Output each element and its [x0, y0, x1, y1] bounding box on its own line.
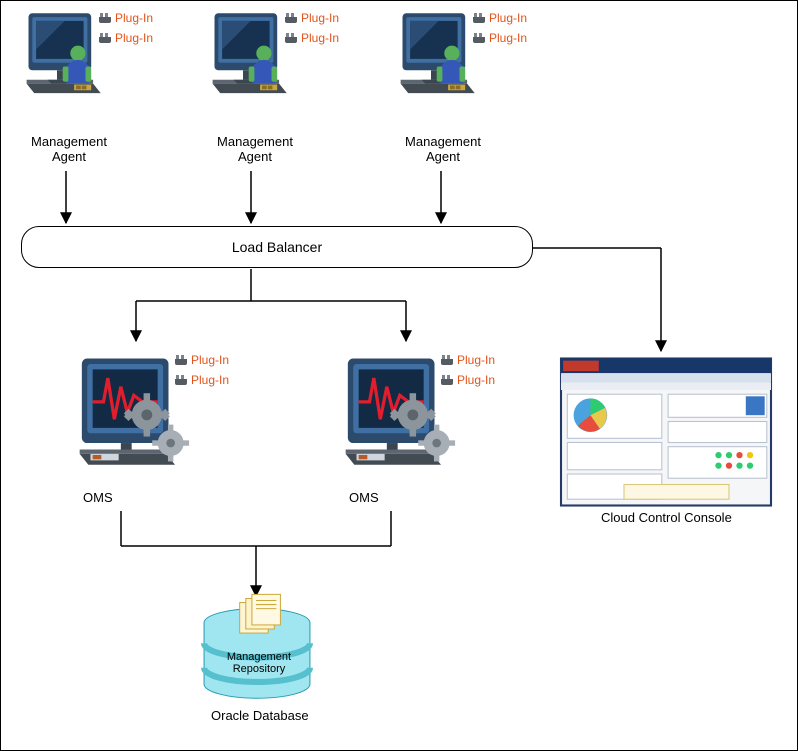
plugin-icon — [99, 13, 111, 23]
plugin-label: Plug-In — [457, 373, 495, 387]
agent-2-caption: Management Agent — [205, 135, 305, 165]
plugin-icon — [441, 375, 453, 385]
oms-2 — [337, 349, 467, 489]
plugin-label: Plug-In — [301, 11, 339, 25]
db-inner-label: Management Repository — [219, 651, 299, 675]
oms-icon — [71, 349, 201, 484]
plugin-label: Plug-In — [191, 353, 229, 367]
plugin-label: Plug-In — [489, 31, 527, 45]
plugin-icon — [285, 33, 297, 43]
agent-3-caption: Management Agent — [393, 135, 493, 165]
console-screenshot-icon — [561, 357, 771, 507]
plugin-label: Plug-In — [191, 373, 229, 387]
plugin-label: Plug-In — [489, 11, 527, 25]
plugin-oms2b: Plug-In — [441, 373, 495, 387]
plugin-oms1a: Plug-In — [175, 353, 229, 367]
plugin-oms1b: Plug-In — [175, 373, 229, 387]
plugin-icon — [99, 33, 111, 43]
db-caption: Oracle Database — [211, 709, 309, 724]
plugin-2b: Plug-In — [285, 31, 339, 45]
plugin-label: Plug-In — [301, 31, 339, 45]
architecture-diagram: Plug-In Plug-In Management Agent Plug-In… — [0, 0, 798, 751]
cloud-control-console — [561, 357, 771, 512]
plugin-label: Plug-In — [115, 11, 153, 25]
plugin-icon — [441, 355, 453, 365]
plugin-icon — [473, 13, 485, 23]
oms-2-caption: OMS — [349, 491, 379, 506]
plugin-1a: Plug-In — [99, 11, 153, 25]
plugin-label: Plug-In — [457, 353, 495, 367]
console-caption: Cloud Control Console — [601, 511, 732, 526]
plugin-3a: Plug-In — [473, 11, 527, 25]
plugin-label: Plug-In — [115, 31, 153, 45]
plugin-icon — [285, 13, 297, 23]
plugin-icon — [175, 375, 187, 385]
plugin-icon — [473, 33, 485, 43]
oms-1 — [71, 349, 201, 489]
plugin-oms2a: Plug-In — [441, 353, 495, 367]
agent-1-caption: Management Agent — [19, 135, 119, 165]
plugin-2a: Plug-In — [285, 11, 339, 25]
load-balancer: Load Balancer — [21, 226, 533, 268]
plugin-1b: Plug-In — [99, 31, 153, 45]
plugin-icon — [175, 355, 187, 365]
plugin-3b: Plug-In — [473, 31, 527, 45]
oms-1-caption: OMS — [83, 491, 113, 506]
load-balancer-label: Load Balancer — [232, 239, 322, 255]
oms-icon — [337, 349, 467, 484]
